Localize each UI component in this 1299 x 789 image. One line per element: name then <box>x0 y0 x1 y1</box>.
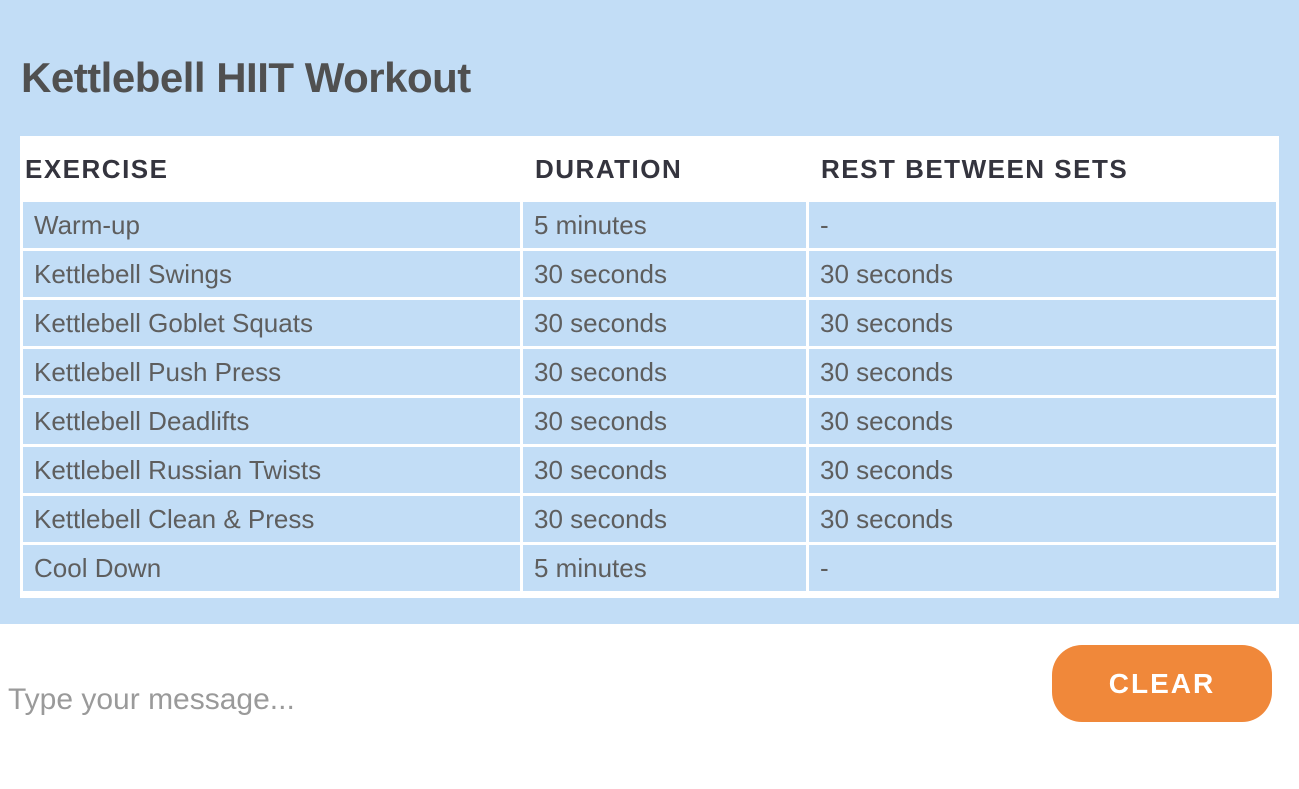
cell-exercise: Kettlebell Push Press <box>23 349 520 395</box>
workout-table-container: EXERCISE DURATION REST BETWEEN SETS Warm… <box>20 136 1279 598</box>
table-header-row: EXERCISE DURATION REST BETWEEN SETS <box>23 139 1276 199</box>
cell-exercise: Warm-up <box>23 202 520 248</box>
cell-duration: 5 minutes <box>523 545 806 591</box>
cell-exercise: Kettlebell Russian Twists <box>23 447 520 493</box>
clear-button[interactable]: CLEAR <box>1052 645 1272 722</box>
cell-exercise: Kettlebell Goblet Squats <box>23 300 520 346</box>
table-row: Kettlebell Deadlifts 30 seconds 30 secon… <box>23 398 1276 444</box>
cell-rest: 30 seconds <box>809 300 1276 346</box>
table-row: Warm-up 5 minutes - <box>23 202 1276 248</box>
cell-duration: 30 seconds <box>523 447 806 493</box>
cell-duration: 30 seconds <box>523 398 806 444</box>
cell-rest: 30 seconds <box>809 349 1276 395</box>
table-row: Kettlebell Swings 30 seconds 30 seconds <box>23 251 1276 297</box>
cell-exercise: Cool Down <box>23 545 520 591</box>
table-row: Kettlebell Goblet Squats 30 seconds 30 s… <box>23 300 1276 346</box>
cell-rest: 30 seconds <box>809 251 1276 297</box>
workout-table: EXERCISE DURATION REST BETWEEN SETS Warm… <box>20 136 1279 594</box>
cell-rest: 30 seconds <box>809 496 1276 542</box>
header-exercise: EXERCISE <box>23 139 520 199</box>
cell-duration: 30 seconds <box>523 251 806 297</box>
table-row: Kettlebell Push Press 30 seconds 30 seco… <box>23 349 1276 395</box>
header-rest: REST BETWEEN SETS <box>809 139 1276 199</box>
cell-exercise: Kettlebell Swings <box>23 251 520 297</box>
cell-exercise: Kettlebell Deadlifts <box>23 398 520 444</box>
cell-exercise: Kettlebell Clean & Press <box>23 496 520 542</box>
workout-panel: Kettlebell HIIT Workout EXERCISE DURATIO… <box>0 0 1299 624</box>
table-row: Kettlebell Clean & Press 30 seconds 30 s… <box>23 496 1276 542</box>
table-row: Cool Down 5 minutes - <box>23 545 1276 591</box>
cell-duration: 5 minutes <box>523 202 806 248</box>
cell-duration: 30 seconds <box>523 496 806 542</box>
message-input[interactable] <box>8 672 1008 728</box>
cell-rest: - <box>809 202 1276 248</box>
cell-duration: 30 seconds <box>523 349 806 395</box>
cell-duration: 30 seconds <box>523 300 806 346</box>
cell-rest: 30 seconds <box>809 398 1276 444</box>
table-row: Kettlebell Russian Twists 30 seconds 30 … <box>23 447 1276 493</box>
page-title: Kettlebell HIIT Workout <box>21 54 471 101</box>
header-duration: DURATION <box>523 139 806 199</box>
cell-rest: - <box>809 545 1276 591</box>
cell-rest: 30 seconds <box>809 447 1276 493</box>
